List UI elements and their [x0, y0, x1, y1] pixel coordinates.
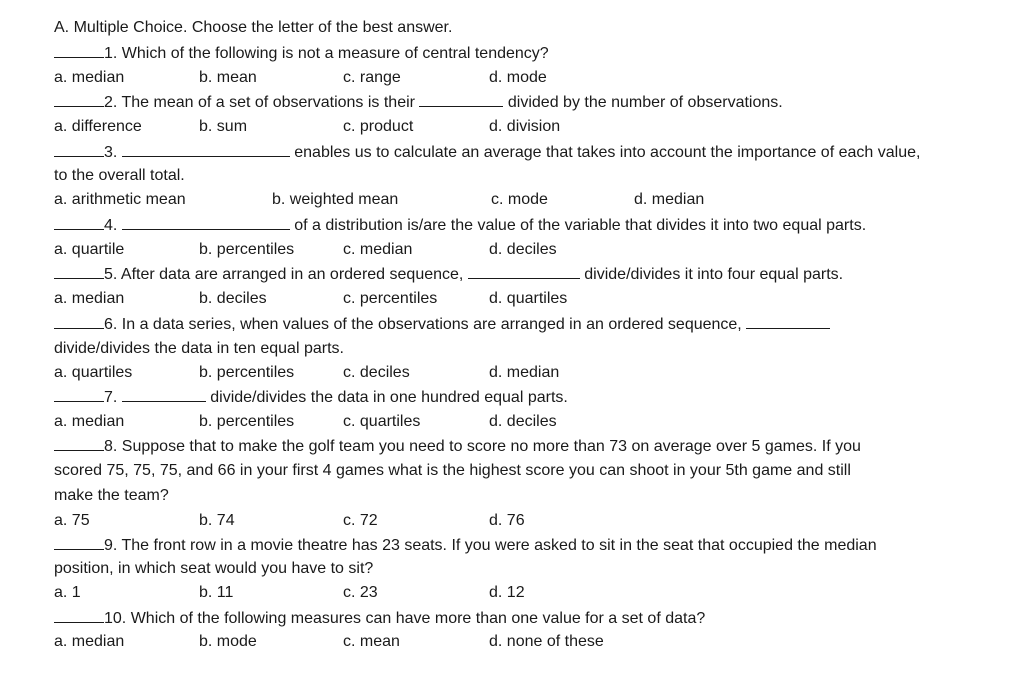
option-a: a. 1	[54, 584, 81, 601]
answer-blank[interactable]	[54, 215, 104, 230]
fill-in-blank[interactable]	[121, 215, 290, 230]
answer-blank[interactable]	[54, 92, 104, 107]
answer-blank[interactable]	[54, 387, 104, 402]
question-6: 6. In a data series, when values of the …	[54, 314, 831, 335]
question-6-continuation: divide/divides the data in ten equal par…	[54, 340, 344, 357]
answer-blank[interactable]	[54, 264, 104, 279]
option-d: d. deciles	[489, 241, 557, 258]
option-b: b. percentiles	[199, 364, 295, 381]
question-3: 3. enables us to calculate an average th…	[54, 142, 920, 163]
option-b: b. percentiles	[199, 413, 295, 430]
option-a: a. quartile	[54, 241, 125, 258]
option-c: c. product	[343, 118, 414, 135]
option-c: c. quartiles	[343, 413, 421, 430]
option-b: b. weighted mean	[272, 191, 399, 208]
option-a: a. 75	[54, 512, 90, 529]
question-9-continuation: position, in which seat would you have t…	[54, 560, 374, 577]
question-2: 2. The mean of a set of observations is …	[54, 92, 783, 113]
option-c: c. deciles	[343, 364, 410, 381]
question-8-continuation: scored 75, 75, 75, and 66 in your first …	[54, 462, 851, 479]
answer-blank[interactable]	[54, 436, 104, 451]
answer-blank[interactable]	[54, 535, 104, 550]
option-b: b. 74	[199, 512, 235, 529]
option-d: d. deciles	[489, 413, 557, 430]
option-d: d. division	[489, 118, 561, 135]
question-1: 1. Which of the following is not a measu…	[54, 43, 549, 64]
question-3-continuation: to the overall total.	[54, 167, 185, 184]
option-d: d. 12	[489, 584, 525, 601]
option-d: d. 76	[489, 512, 525, 529]
answer-blank[interactable]	[54, 608, 104, 623]
option-a: a. median	[54, 633, 125, 650]
option-a: a. quartiles	[54, 364, 133, 381]
fill-in-blank[interactable]	[746, 314, 831, 329]
option-c: c. mean	[343, 633, 400, 650]
fill-in-blank[interactable]	[419, 92, 504, 107]
fill-in-blank[interactable]	[121, 387, 206, 402]
option-b: b. mean	[199, 69, 257, 86]
option-a: a. arithmetic mean	[54, 191, 186, 208]
question-9: 9. The front row in a movie theatre has …	[54, 535, 877, 556]
option-b: b. 11	[199, 584, 234, 601]
question-4: 4. of a distribution is/are the value of…	[54, 215, 866, 236]
question-5: 5. After data are arranged in an ordered…	[54, 264, 843, 285]
question-7: 7. divide/divides the data in one hundre…	[54, 387, 568, 408]
question-8: 8. Suppose that to make the golf team yo…	[54, 436, 861, 457]
option-d: d. median	[634, 191, 705, 208]
option-b: b. percentiles	[199, 241, 295, 258]
option-a: a. difference	[54, 118, 142, 135]
answer-blank[interactable]	[54, 43, 104, 58]
answer-blank[interactable]	[54, 314, 104, 329]
option-d: d. mode	[489, 69, 547, 86]
option-c: c. median	[343, 241, 413, 258]
answer-blank[interactable]	[54, 142, 104, 157]
option-b: b. deciles	[199, 290, 267, 307]
option-c: c. 23	[343, 584, 378, 601]
option-b: b. mode	[199, 633, 257, 650]
fill-in-blank[interactable]	[467, 264, 580, 279]
question-10: 10. Which of the following measures can …	[54, 608, 705, 629]
fill-in-blank[interactable]	[121, 142, 290, 157]
option-d: d. median	[489, 364, 560, 381]
option-d: d. none of these	[489, 633, 604, 650]
option-c: c. 72	[343, 512, 378, 529]
question-8-continuation-2: make the team?	[54, 487, 169, 504]
option-b: b. sum	[199, 118, 248, 135]
section-heading: A. Multiple Choice. Choose the letter of…	[54, 19, 453, 36]
option-a: a. median	[54, 413, 125, 430]
option-c: c. range	[343, 69, 401, 86]
option-c: c. mode	[491, 191, 548, 208]
option-d: d. quartiles	[489, 290, 568, 307]
option-c: c. percentiles	[343, 290, 438, 307]
option-a: a. median	[54, 69, 125, 86]
option-a: a. median	[54, 290, 125, 307]
